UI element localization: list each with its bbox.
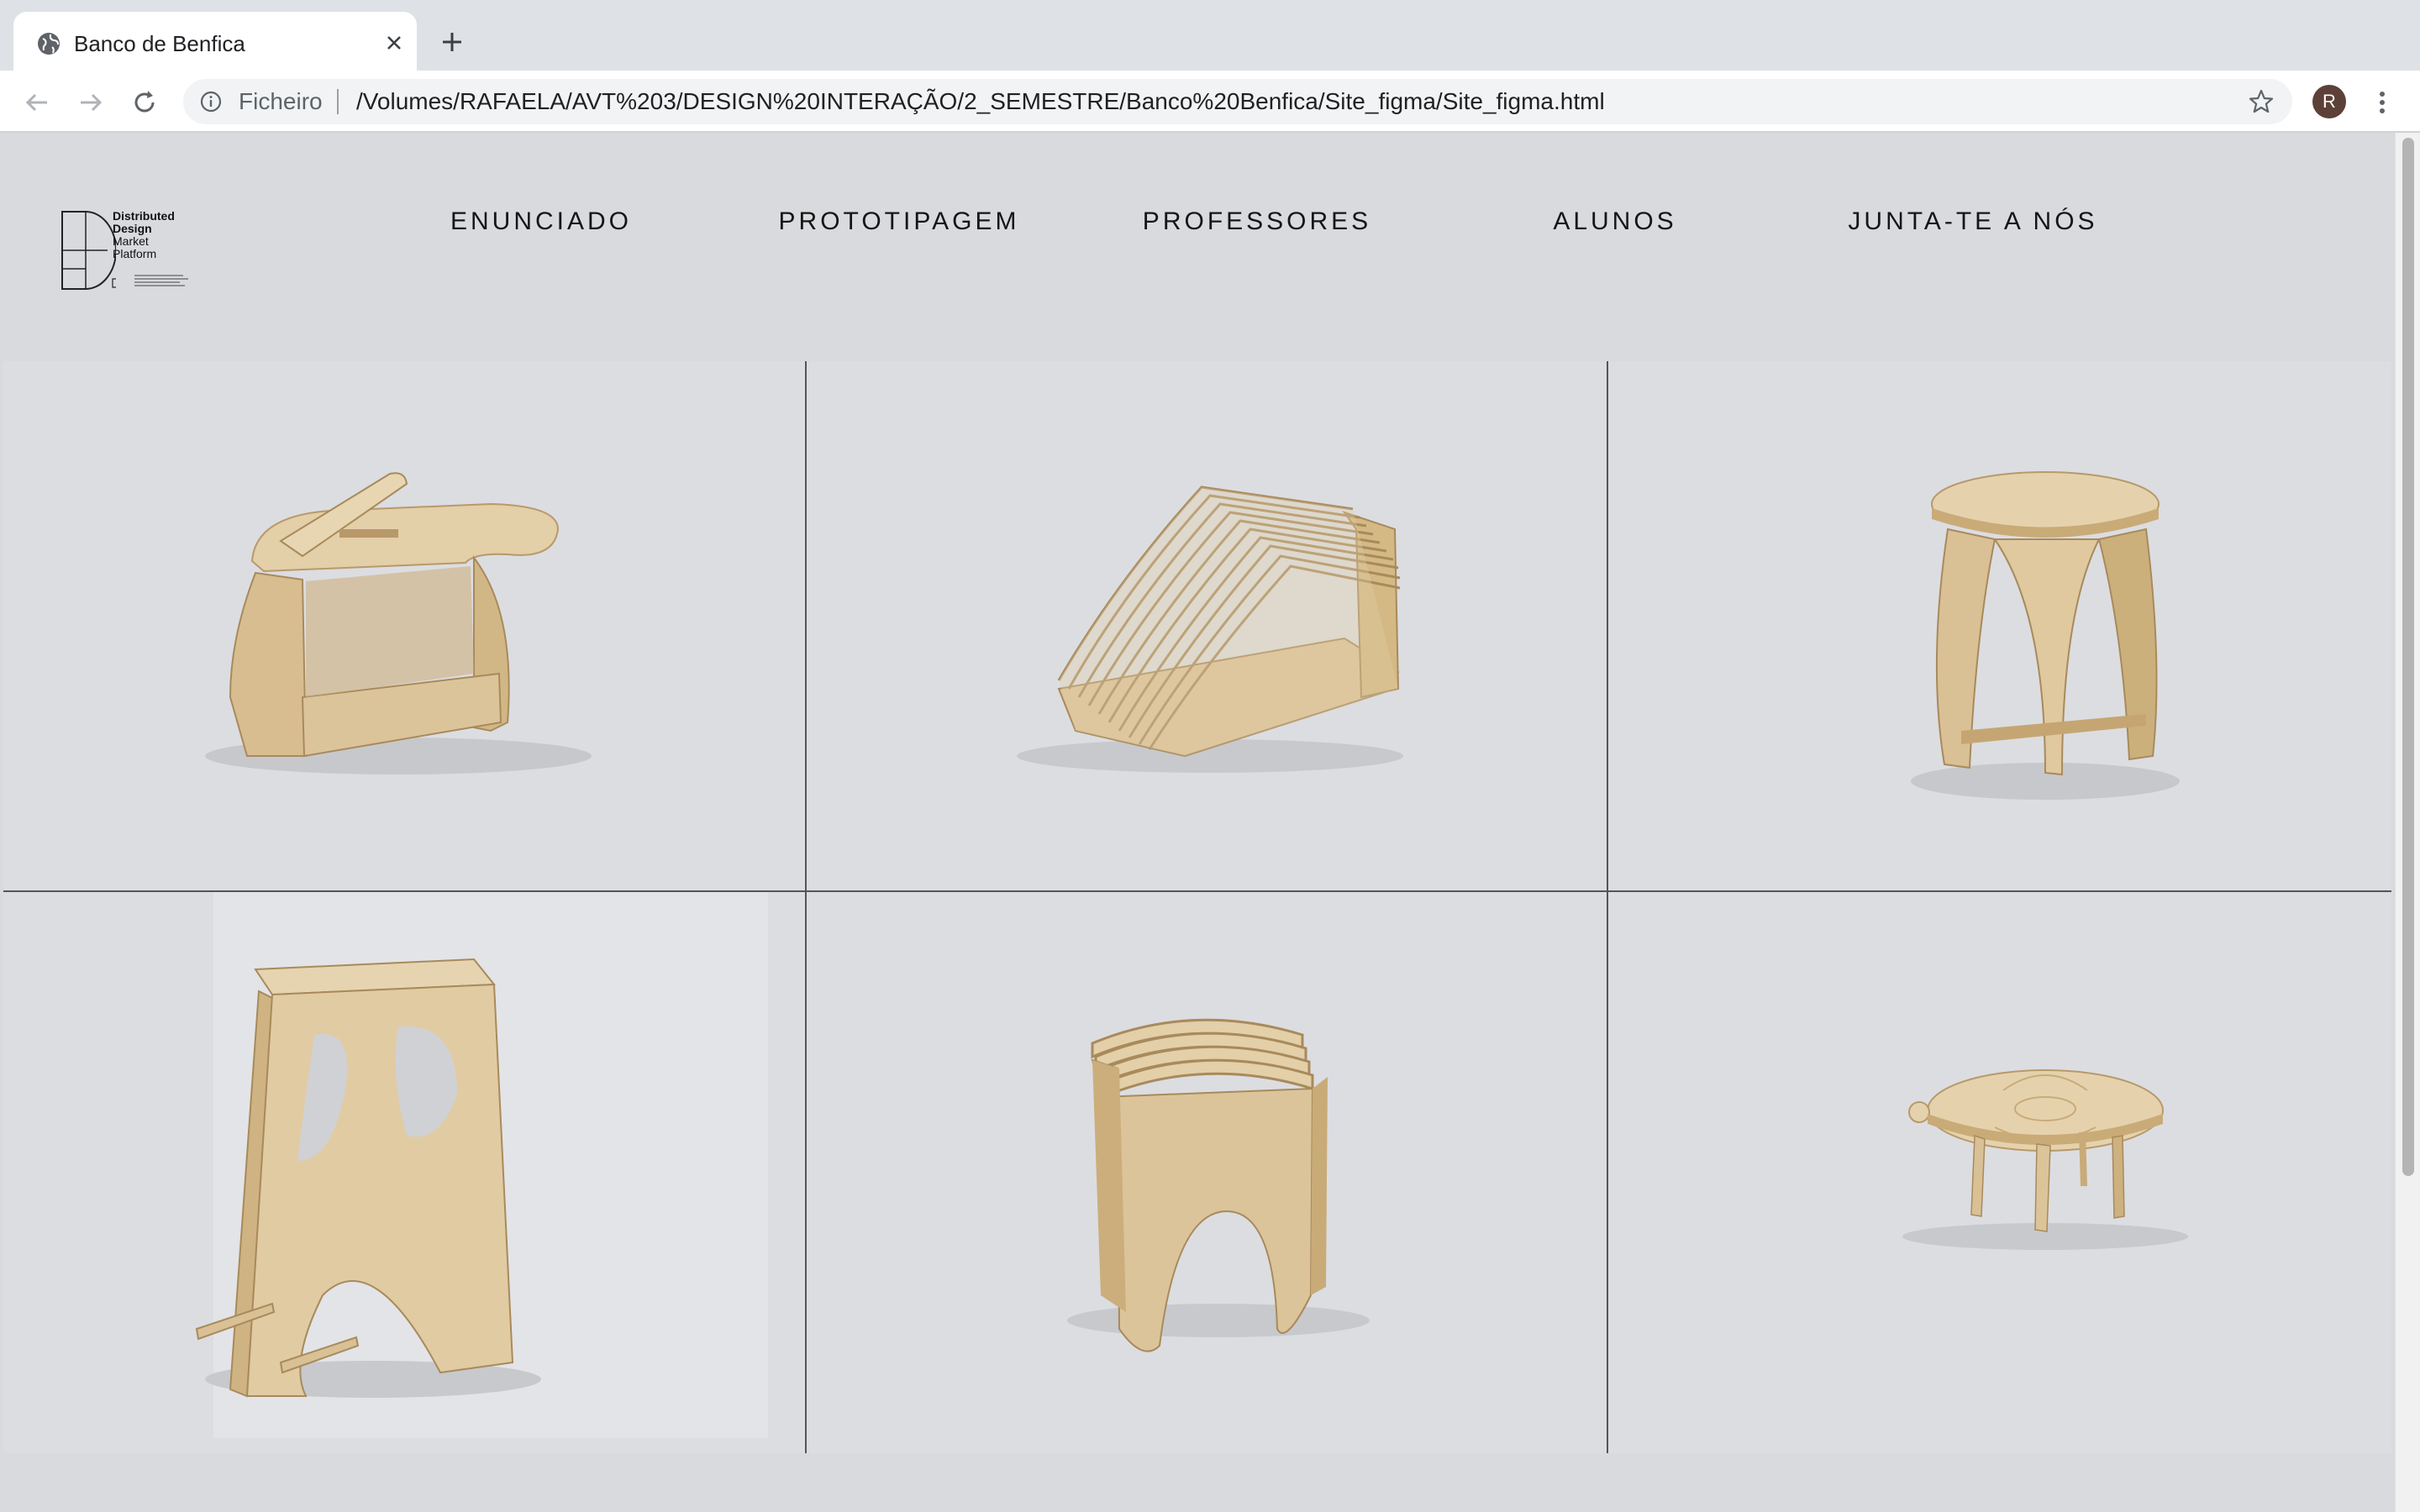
url-separator <box>337 89 339 114</box>
reload-icon[interactable] <box>128 86 161 119</box>
round-top-stool-image <box>1911 471 2180 800</box>
address-bar[interactable]: Ficheiro /Volumes/RAFAELA/AVT%203/DESIGN… <box>183 79 2292 124</box>
kebab-menu-icon[interactable] <box>2370 86 2395 119</box>
bookmark-star-icon[interactable] <box>2247 87 2275 116</box>
tab-title: Banco de Benfica <box>74 31 245 56</box>
new-tab-icon[interactable] <box>435 25 469 59</box>
logo-line-4: Platform <box>113 247 157 260</box>
page-scrollbar[interactable] <box>2395 133 2420 1512</box>
info-icon[interactable] <box>198 89 224 114</box>
gallery-item-5[interactable] <box>807 892 1607 1453</box>
url-scheme-label: Ficheiro <box>239 88 323 114</box>
nav-enunciado[interactable]: ENUNCIADO <box>450 197 632 247</box>
grid-divider-horizontal <box>3 890 2391 892</box>
nav-alunos[interactable]: ALUNOS <box>1553 197 1676 247</box>
web-page: Distributed Design Market Platform ENUNC… <box>0 133 2395 1512</box>
low-round-table-image <box>1902 1069 2188 1250</box>
browser-toolbar: Ficheiro /Volumes/RAFAELA/AVT%203/DESIGN… <box>0 71 2420 133</box>
gallery-item-3[interactable] <box>1608 361 2391 890</box>
browser-tab[interactable]: Banco de Benfica <box>13 12 417 71</box>
slatted-shelf-bench-image <box>1017 486 1403 773</box>
nav-junta-te-a-nos[interactable]: JUNTA-TE A NÓS <box>1848 197 2097 247</box>
nav-prototipagem[interactable]: PROTOTIPAGEM <box>779 197 1020 247</box>
logo-fineprint <box>134 275 188 286</box>
close-tab-icon[interactable] <box>380 29 408 57</box>
tab-strip: Banco de Benfica <box>0 0 2420 71</box>
main-nav: ENUNCIADO PROTOTIPAGEM PROFESSORES ALUNO… <box>0 197 2395 247</box>
gallery-item-1[interactable] <box>3 361 805 890</box>
gallery-item-6[interactable] <box>1608 892 2391 1453</box>
url-text[interactable]: /Volumes/RAFAELA/AVT%203/DESIGN%20INTERA… <box>356 87 1605 116</box>
product-gallery <box>3 361 2391 1453</box>
stool-book-rest-image <box>205 472 592 774</box>
forward-arrow-icon[interactable] <box>74 86 108 119</box>
grid-divider-vertical-1 <box>805 361 807 1453</box>
profile-avatar[interactable]: R <box>2312 85 2346 118</box>
gallery-item-2[interactable] <box>807 361 1607 890</box>
gallery-item-4[interactable] <box>3 892 805 1453</box>
nav-professores[interactable]: PROFESSORES <box>1143 197 1371 247</box>
globe-icon <box>38 33 60 55</box>
tall-stool-image <box>195 892 768 1438</box>
slatted-stool-image <box>1067 1018 1370 1352</box>
scrollbar-thumb[interactable] <box>2402 138 2414 1176</box>
grid-divider-vertical-2 <box>1607 361 1608 1453</box>
back-arrow-icon[interactable] <box>20 86 54 119</box>
